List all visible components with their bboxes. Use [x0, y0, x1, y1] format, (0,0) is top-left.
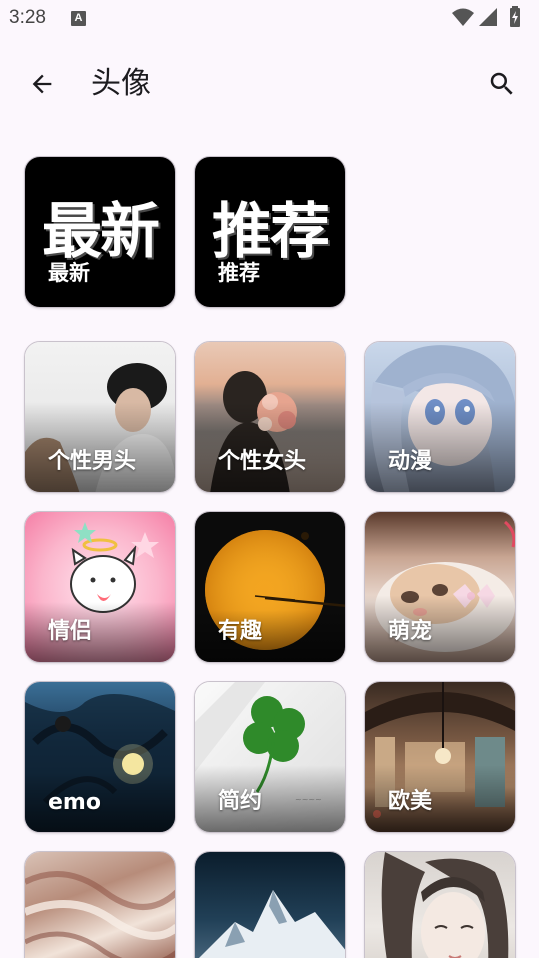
tile-label: 欧美	[388, 789, 433, 814]
arrow-left-icon	[32, 74, 52, 94]
status-bar: 3:28 A	[0, 0, 539, 36]
tile-label: 动漫	[388, 449, 433, 474]
category-tile-couple[interactable]: 情侣	[24, 511, 176, 663]
featured-tile-latest[interactable]: 最新 最新	[24, 156, 176, 308]
tile-label: 推荐	[218, 261, 260, 285]
status-time: 3:28	[9, 7, 46, 28]
category-image	[365, 852, 515, 958]
category-tile-landscape[interactable]	[194, 851, 346, 958]
tile-label: emo	[48, 790, 101, 815]
category-tile-simple[interactable]: ~~~~ 简约	[194, 681, 346, 833]
search-icon	[490, 72, 513, 95]
wifi-icon	[452, 8, 474, 26]
category-image	[25, 852, 175, 958]
tile-label: 有趣	[218, 619, 263, 644]
category-tile-western[interactable]: 欧美	[364, 681, 516, 833]
category-tile-ancient[interactable]	[364, 851, 516, 958]
category-tile-abstract[interactable]	[24, 851, 176, 958]
battery-icon	[510, 6, 520, 27]
tile-label: 最新	[48, 261, 90, 285]
category-tile-fun[interactable]: 有趣	[194, 511, 346, 663]
tile-label: 萌宠	[388, 619, 433, 644]
tile-label: 个性男头	[48, 449, 137, 474]
tile-label: 情侣	[48, 619, 93, 644]
category-tile-female[interactable]: 个性女头	[194, 341, 346, 493]
category-tile-emo[interactable]: emo	[24, 681, 176, 833]
category-tile-male[interactable]: 个性男头	[24, 341, 176, 493]
category-image	[195, 852, 345, 958]
cell-signal-icon	[479, 8, 497, 26]
app-bar: 头像	[0, 48, 539, 120]
search-button[interactable]	[482, 64, 522, 104]
category-tile-anime[interactable]: 动漫	[364, 341, 516, 493]
category-tile-pets[interactable]: 萌宠	[364, 511, 516, 663]
tile-label: 简约	[218, 789, 263, 814]
status-icons	[451, 6, 531, 28]
featured-tile-recommended[interactable]: 推荐 推荐	[194, 156, 346, 308]
back-button[interactable]	[22, 64, 62, 104]
notification-a-icon: A	[71, 11, 86, 26]
tile-label: 个性女头	[218, 449, 307, 474]
page-title: 头像	[91, 66, 151, 101]
